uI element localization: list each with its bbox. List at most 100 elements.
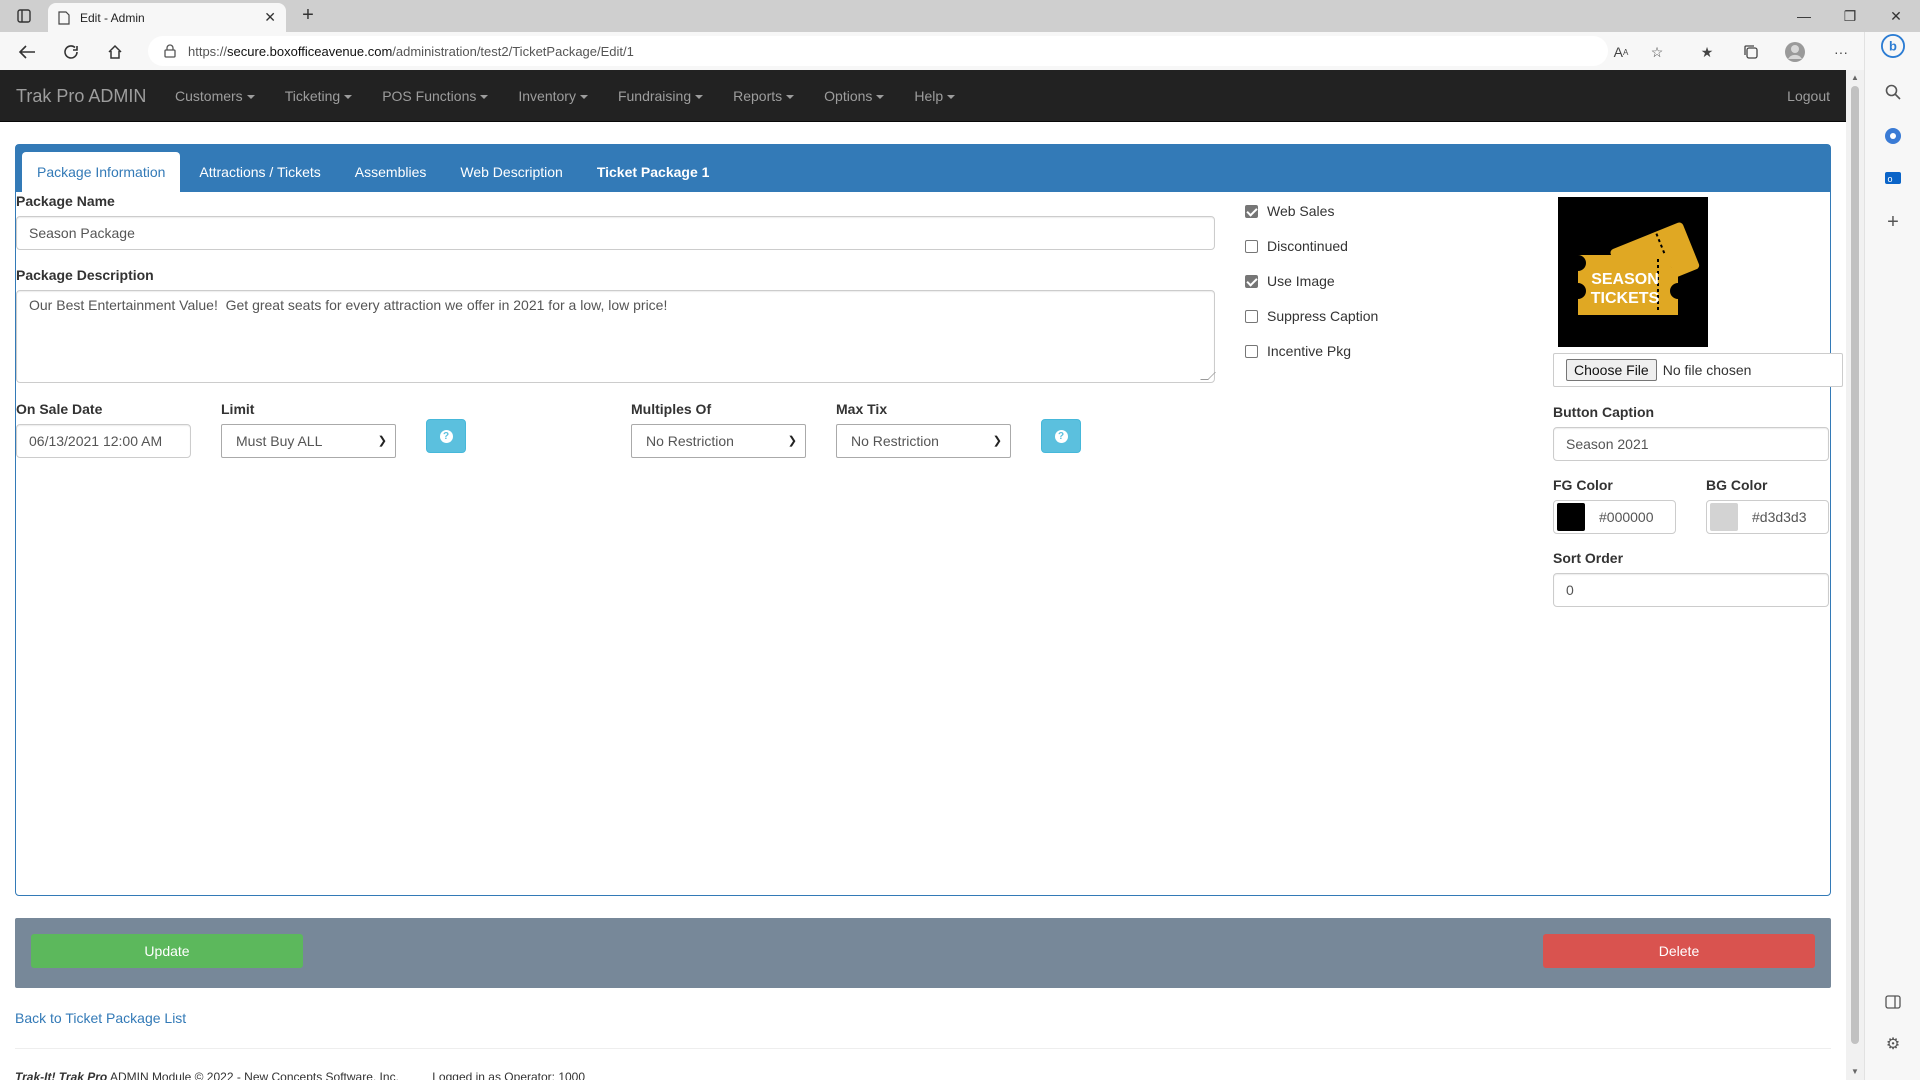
page-scrollbar[interactable]: ▲ ▼ xyxy=(1846,70,1864,1080)
discontinued-label: Discontinued xyxy=(1267,238,1348,254)
bg-color-label: BG Color xyxy=(1706,477,1768,493)
more-options-icon[interactable]: ··· xyxy=(1828,39,1854,65)
file-status-text: No file chosen xyxy=(1662,362,1752,378)
on-sale-date-input[interactable]: 06/13/2021 12:00 AM xyxy=(16,424,191,458)
panel-tab-bar: Package Information Attractions / Ticket… xyxy=(16,145,1830,192)
scroll-thumb[interactable] xyxy=(1851,86,1859,1044)
bg-color-swatch[interactable] xyxy=(1710,503,1738,531)
suppress-caption-checkbox[interactable] xyxy=(1245,309,1258,323)
menu-pos-functions[interactable]: POS Functions xyxy=(367,70,503,122)
discontinued-checkbox-row[interactable]: Discontinued xyxy=(1245,238,1348,254)
fg-color-label: FG Color xyxy=(1553,477,1613,493)
fg-color-input[interactable]: #000000 xyxy=(1553,500,1676,534)
season-tickets-image: SEASON TICKETS xyxy=(1578,222,1700,315)
chevron-down-icon: ❯ xyxy=(787,435,797,447)
svg-text:o: o xyxy=(1887,174,1892,184)
tab-actions-icon[interactable] xyxy=(14,6,34,26)
chevron-down-icon: ❯ xyxy=(992,435,1002,447)
limit-select[interactable]: Must Buy ALL ❯ xyxy=(221,424,396,458)
browser-toolbar: https://secure.boxofficeavenue.com/admin… xyxy=(0,32,1920,70)
sort-order-label: Sort Order xyxy=(1553,550,1624,566)
settings-gear-icon[interactable]: ⚙ xyxy=(1881,1032,1905,1056)
close-tab-icon[interactable]: ✕ xyxy=(264,9,276,26)
caret-icon xyxy=(947,95,956,100)
home-icon[interactable] xyxy=(102,39,128,65)
package-name-input[interactable]: Season Package xyxy=(16,216,1215,250)
back-icon[interactable] xyxy=(14,39,40,65)
fg-color-swatch[interactable] xyxy=(1557,503,1585,531)
use-image-checkbox[interactable] xyxy=(1245,274,1258,288)
lock-icon[interactable] xyxy=(164,44,176,58)
max-tix-help-button[interactable]: ? xyxy=(1041,419,1081,453)
use-image-label: Use Image xyxy=(1267,273,1335,289)
restore-icon[interactable]: ❐ xyxy=(1830,4,1870,28)
hide-sidebar-icon[interactable] xyxy=(1881,990,1905,1014)
scroll-up-icon[interactable]: ▲ xyxy=(1850,73,1860,83)
tab-ticket-package-title: Ticket Package 1 xyxy=(596,164,710,180)
button-caption-label: Button Caption xyxy=(1553,404,1655,420)
address-bar[interactable]: https://secure.boxofficeavenue.com/admin… xyxy=(148,36,1608,66)
page-content: Trak Pro ADMIN Customers Ticketing POS F… xyxy=(0,70,1846,1080)
menu-options[interactable]: Options xyxy=(809,70,899,122)
new-tab-icon[interactable]: + xyxy=(296,4,320,28)
package-description-textarea[interactable]: Our Best Entertainment Value! Get great … xyxy=(16,290,1216,383)
question-icon: ? xyxy=(439,429,453,443)
image-file-input[interactable]: Choose File No file chosen xyxy=(1553,353,1843,387)
button-caption-input[interactable]: Season 2021 xyxy=(1553,427,1829,461)
logout-link[interactable]: Logout xyxy=(1787,70,1830,122)
add-favorite-icon[interactable]: ☆ xyxy=(1644,39,1670,65)
suppress-caption-checkbox-row[interactable]: Suppress Caption xyxy=(1245,308,1378,324)
caret-icon xyxy=(876,95,885,100)
choose-file-button[interactable]: Choose File xyxy=(1566,359,1657,381)
add-sidebar-app-icon[interactable]: + xyxy=(1881,210,1905,234)
menu-help[interactable]: Help xyxy=(899,70,970,122)
incentive-pkg-checkbox[interactable] xyxy=(1245,344,1258,358)
svg-text:SEASON: SEASON xyxy=(1591,271,1659,288)
minimize-icon[interactable]: — xyxy=(1784,4,1824,28)
sort-order-input[interactable]: 0 xyxy=(1553,573,1829,607)
limit-help-button[interactable]: ? xyxy=(426,419,466,453)
page-icon xyxy=(58,10,70,25)
read-aloud-icon[interactable]: AA xyxy=(1608,39,1634,65)
browser-tab[interactable]: Edit - Admin ✕ xyxy=(48,3,286,32)
tab-assemblies[interactable]: Assemblies xyxy=(340,152,442,192)
close-window-icon[interactable]: ✕ xyxy=(1876,4,1916,28)
discontinued-checkbox[interactable] xyxy=(1245,239,1258,253)
menu-reports[interactable]: Reports xyxy=(718,70,809,122)
caret-icon xyxy=(579,95,588,100)
delete-button[interactable]: Delete xyxy=(1543,934,1815,968)
brand-link[interactable]: Trak Pro ADMIN xyxy=(16,70,146,122)
resize-handle-icon[interactable] xyxy=(1200,372,1216,380)
scroll-down-icon[interactable]: ▼ xyxy=(1850,1067,1860,1077)
outlook-icon[interactable]: o xyxy=(1881,166,1905,190)
menu-customers[interactable]: Customers xyxy=(160,70,270,122)
tab-package-information[interactable]: Package Information xyxy=(22,152,181,192)
tab-web-description[interactable]: Web Description xyxy=(445,152,577,192)
shopping-icon[interactable] xyxy=(1881,124,1905,148)
web-sales-label: Web Sales xyxy=(1267,203,1335,219)
favorites-icon[interactable]: ★ xyxy=(1694,39,1720,65)
tab-attractions-tickets[interactable]: Attractions / Tickets xyxy=(184,152,335,192)
menu-fundraising[interactable]: Fundraising xyxy=(603,70,718,122)
bg-color-input[interactable]: #d3d3d3 xyxy=(1706,500,1829,534)
collections-icon[interactable] xyxy=(1738,39,1764,65)
bing-icon[interactable]: b xyxy=(1881,34,1905,58)
incentive-pkg-checkbox-row[interactable]: Incentive Pkg xyxy=(1245,343,1351,359)
max-tix-select[interactable]: No Restriction ❯ xyxy=(836,424,1011,458)
refresh-icon[interactable] xyxy=(58,39,84,65)
update-button[interactable]: Update xyxy=(31,934,303,968)
edge-sidebar: b o + ⚙ xyxy=(1864,32,1920,1080)
profile-icon[interactable] xyxy=(1782,39,1808,65)
question-icon: ? xyxy=(1054,429,1068,443)
back-to-list-link[interactable]: Back to Ticket Package List xyxy=(15,1010,186,1026)
menu-inventory[interactable]: Inventory xyxy=(503,70,603,122)
on-sale-date-label: On Sale Date xyxy=(16,401,103,417)
use-image-checkbox-row[interactable]: Use Image xyxy=(1245,273,1335,289)
search-icon[interactable] xyxy=(1881,80,1905,104)
web-sales-checkbox[interactable] xyxy=(1245,204,1258,218)
suppress-caption-label: Suppress Caption xyxy=(1267,308,1379,324)
multiples-of-select[interactable]: No Restriction ❯ xyxy=(631,424,806,458)
max-tix-label: Max Tix xyxy=(836,401,888,417)
menu-ticketing[interactable]: Ticketing xyxy=(270,70,368,122)
web-sales-checkbox-row[interactable]: Web Sales xyxy=(1245,203,1334,219)
